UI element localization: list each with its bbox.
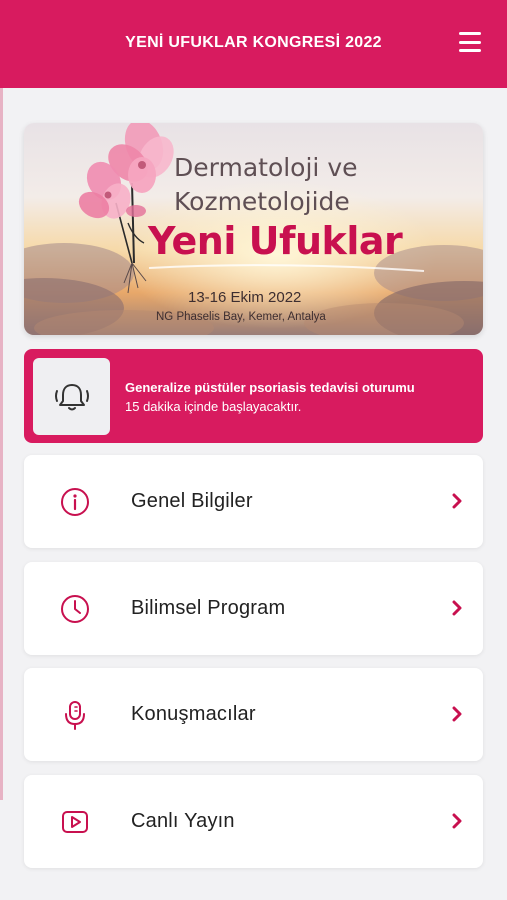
menu-item-label: Canlı Yayın <box>131 810 235 832</box>
chevron-right-icon <box>452 706 462 722</box>
menu-item-canli-yayin[interactable]: Canlı Yayın <box>24 775 483 868</box>
play-video-icon <box>62 811 88 833</box>
microphone-icon <box>65 701 85 730</box>
banner-date: 13-16 Ekim 2022 <box>188 289 302 306</box>
notification-subtitle: 15 dakika içinde başlayacaktır. <box>125 399 302 414</box>
ringing-bell-icon <box>54 383 89 410</box>
hamburger-menu-icon[interactable] <box>459 32 481 52</box>
session-notification[interactable]: Generalize püstüler psoriasis tedavisi o… <box>24 349 483 443</box>
menu-item-label: Konuşmacılar <box>131 703 256 725</box>
app-header: YENİ UFUKLAR KONGRESİ 2022 <box>0 0 507 88</box>
menu-item-konusmacilar[interactable]: Konuşmacılar <box>24 668 483 761</box>
notification-title: Generalize püstüler psoriasis tedavisi o… <box>125 380 415 395</box>
chevron-right-icon <box>452 493 462 509</box>
app-title: YENİ UFUKLAR KONGRESİ 2022 <box>125 34 382 51</box>
menu-item-label: Genel Bilgiler <box>131 490 253 512</box>
side-drawer-edge <box>0 88 3 800</box>
chevron-right-icon <box>452 600 462 616</box>
banner-line-2: Kozmetolojide <box>174 187 350 216</box>
menu-item-bilimsel-program[interactable]: Bilimsel Program <box>24 562 483 655</box>
chevron-right-icon <box>452 813 462 829</box>
info-icon <box>61 488 89 516</box>
banner-headline: Yeni Ufuklar <box>148 219 403 263</box>
congress-banner[interactable]: Dermatoloji ve Kozmetolojide Yeni Ufukla… <box>24 123 483 335</box>
menu-item-label: Bilimsel Program <box>131 597 286 619</box>
menu-item-genel-bilgiler[interactable]: Genel Bilgiler <box>24 455 483 548</box>
notification-icon-box <box>33 358 110 435</box>
banner-venue: NG Phaselis Bay, Kemer, Antalya <box>156 311 326 323</box>
banner-line-1: Dermatoloji ve <box>174 153 358 182</box>
clock-icon <box>61 595 89 623</box>
